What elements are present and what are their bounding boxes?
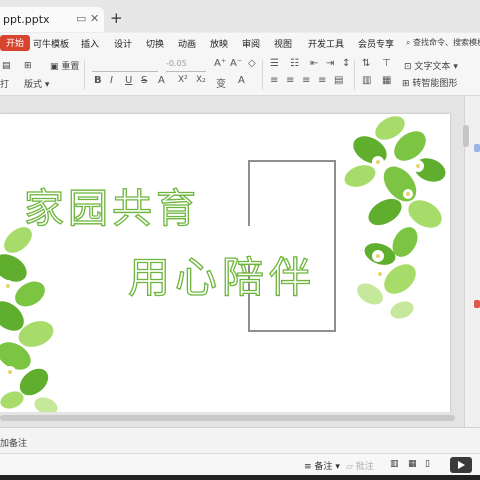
highlight-button[interactable]: A — [238, 75, 245, 86]
bold-button[interactable]: B — [94, 75, 102, 86]
textbox-dropdown[interactable]: ⊡ 文字文本 ▾ — [404, 59, 458, 72]
status-bar: ≡ 备注 ▾ ▱ 批注 ▥ ▦ ▯ — [0, 453, 480, 476]
slide-editing-area: 家园共育 用心陪伴 — [0, 96, 464, 427]
align-left-icon[interactable]: ≡ — [270, 75, 278, 86]
columns-icon[interactable]: ▥ — [362, 75, 371, 86]
panel-icon-blue[interactable] — [474, 144, 480, 152]
divider — [262, 60, 263, 90]
document-tab-bar: ppt.pptx ▭ ✕ + — [0, 0, 480, 32]
comment-toggle-label: 批注 — [355, 462, 374, 472]
command-search-text: 查找命令、搜索模板 — [413, 38, 480, 47]
slide-title-line-1[interactable]: 家园共育 — [23, 176, 200, 234]
menu-tab-slideshow[interactable]: 放映 — [210, 37, 228, 50]
menu-tab-design[interactable]: 设计 — [114, 37, 132, 50]
font-size-field[interactable]: -0.05 — [166, 59, 206, 72]
menu-tab-review[interactable]: 审阅 — [242, 37, 260, 50]
menu-tab-view[interactable]: 视图 — [274, 37, 292, 50]
menu-tab-transitions[interactable]: 切换 — [146, 37, 164, 50]
divider — [84, 60, 85, 90]
smartart-icon: ⊞ — [402, 79, 410, 89]
chevron-down-icon: ▾ — [453, 62, 458, 72]
divider — [354, 60, 355, 90]
window-restore-icon[interactable]: ▭ — [76, 12, 86, 25]
reset-icon: ▣ — [50, 62, 59, 72]
comment-icon: ▱ — [346, 462, 353, 472]
notes-toggle[interactable]: ≡ 备注 ▾ — [304, 459, 340, 472]
text-align-icon[interactable]: ⊤ — [382, 58, 391, 69]
numbered-list-icon[interactable]: ☷ — [290, 58, 299, 69]
play-slideshow-button[interactable] — [450, 457, 472, 473]
normal-view-icon[interactable]: ▥ — [390, 459, 399, 469]
font-color-button[interactable]: A — [158, 75, 165, 86]
new-tab-button[interactable]: + — [110, 9, 123, 27]
chevron-down-icon: ▾ — [335, 462, 340, 472]
smartart-label: 转智能图形 — [412, 79, 458, 89]
chevron-down-icon: ▾ — [44, 80, 50, 90]
italic-button[interactable]: I — [110, 75, 113, 86]
notes-icon: ≡ — [304, 462, 312, 472]
horizontal-scroll-thumb[interactable] — [0, 415, 455, 421]
layout-icon[interactable]: ⊞ — [24, 61, 32, 71]
panel-icon-red[interactable] — [474, 300, 480, 308]
close-tab-icon[interactable]: ✕ — [90, 12, 99, 25]
menu-tab-home[interactable]: 开始 — [0, 35, 31, 51]
document-tab[interactable]: ppt.pptx ▭ ✕ — [0, 7, 104, 32]
align-right-icon[interactable]: ≡ — [302, 75, 310, 86]
notes-pane[interactable]: 加备注 — [0, 427, 480, 454]
ribbon-toolbar: ▤ ⊞ ▣ 重置 打 版式 ▾ -0.05 A⁺ A⁻ ◇ B I U S A … — [0, 55, 480, 96]
slide-canvas[interactable]: 家园共育 用心陪伴 — [0, 114, 450, 414]
reset-button[interactable]: ▣ 重置 — [50, 59, 79, 72]
right-side-panel — [470, 100, 480, 410]
arrange-icon[interactable]: ▦ — [382, 75, 391, 86]
textbox-icon: ⊡ — [404, 62, 412, 72]
search-icon: ⌕ — [406, 38, 411, 47]
reset-label: 重置 — [61, 62, 80, 72]
clear-format-icon[interactable]: ◇ — [248, 58, 256, 69]
wps-presentation-window: ppt.pptx ▭ ✕ + 开始 可牛模板 插入 设计 切换 动画 放映 审阅… — [0, 0, 480, 480]
textbox-label: 文字文本 — [414, 62, 451, 72]
vertical-scroll-thumb[interactable] — [463, 125, 469, 147]
left-cut-label[interactable]: 打 — [0, 77, 9, 90]
slide-sorter-icon[interactable]: ▦ — [408, 459, 417, 469]
justify-icon[interactable]: ≡ — [318, 75, 326, 86]
ribbon-menu-bar: 开始 可牛模板 插入 设计 切换 动画 放映 审阅 视图 开发工具 会员专享 ⌕… — [0, 33, 480, 55]
menu-tab-animation[interactable]: 动画 — [178, 37, 196, 50]
slide-title-line-2[interactable]: 用心陪伴 — [127, 244, 316, 305]
leaf-decoration-bottom-left — [0, 227, 58, 414]
subscript-button[interactable]: X₂ — [196, 75, 206, 85]
indent-decrease-icon[interactable]: ⇤ — [310, 58, 318, 69]
layout-label: 版式 — [24, 80, 43, 90]
comment-toggle[interactable]: ▱ 批注 — [346, 459, 374, 472]
distribute-icon[interactable]: ▤ — [334, 75, 343, 86]
font-size-value: -0.05 — [166, 59, 187, 68]
document-tab-title: ppt.pptx — [3, 13, 50, 26]
increase-font-icon[interactable]: A⁺ — [214, 58, 226, 69]
bullet-list-icon[interactable]: ☰ — [270, 58, 279, 69]
notes-placeholder[interactable]: 加备注 — [0, 436, 27, 449]
text-effect-button[interactable]: 变 — [216, 75, 226, 90]
notes-toggle-label: 备注 — [314, 462, 333, 472]
menu-tab-member[interactable]: 会员专享 — [358, 37, 394, 50]
underline-button[interactable]: U — [125, 75, 132, 86]
indent-increase-icon[interactable]: ⇥ — [326, 58, 334, 69]
layout-dropdown[interactable]: 版式 ▾ — [24, 77, 49, 90]
menu-tab-developer[interactable]: 开发工具 — [308, 37, 344, 50]
menu-tab-templates[interactable]: 可牛模板 — [33, 37, 69, 50]
smartart-button[interactable]: ⊞ 转智能图形 — [402, 76, 457, 89]
new-slide-icon[interactable]: ▤ — [2, 61, 11, 71]
align-center-icon[interactable]: ≡ — [286, 75, 294, 86]
menu-tab-insert[interactable]: 插入 — [81, 37, 99, 50]
horizontal-scrollbar[interactable] — [0, 412, 464, 426]
screen-edge — [0, 475, 480, 480]
command-search[interactable]: ⌕ 查找命令、搜索模板 — [406, 37, 480, 48]
superscript-button[interactable]: X² — [178, 75, 188, 85]
line-spacing-icon[interactable]: ↕ — [342, 58, 350, 69]
strikethrough-button[interactable]: S — [141, 75, 147, 86]
text-direction-icon[interactable]: ⇅ — [362, 58, 370, 69]
reading-view-icon[interactable]: ▯ — [425, 459, 430, 469]
decrease-font-icon[interactable]: A⁻ — [230, 58, 242, 69]
leaf-decoration-top-right — [344, 116, 446, 319]
font-name-field[interactable] — [92, 59, 158, 72]
